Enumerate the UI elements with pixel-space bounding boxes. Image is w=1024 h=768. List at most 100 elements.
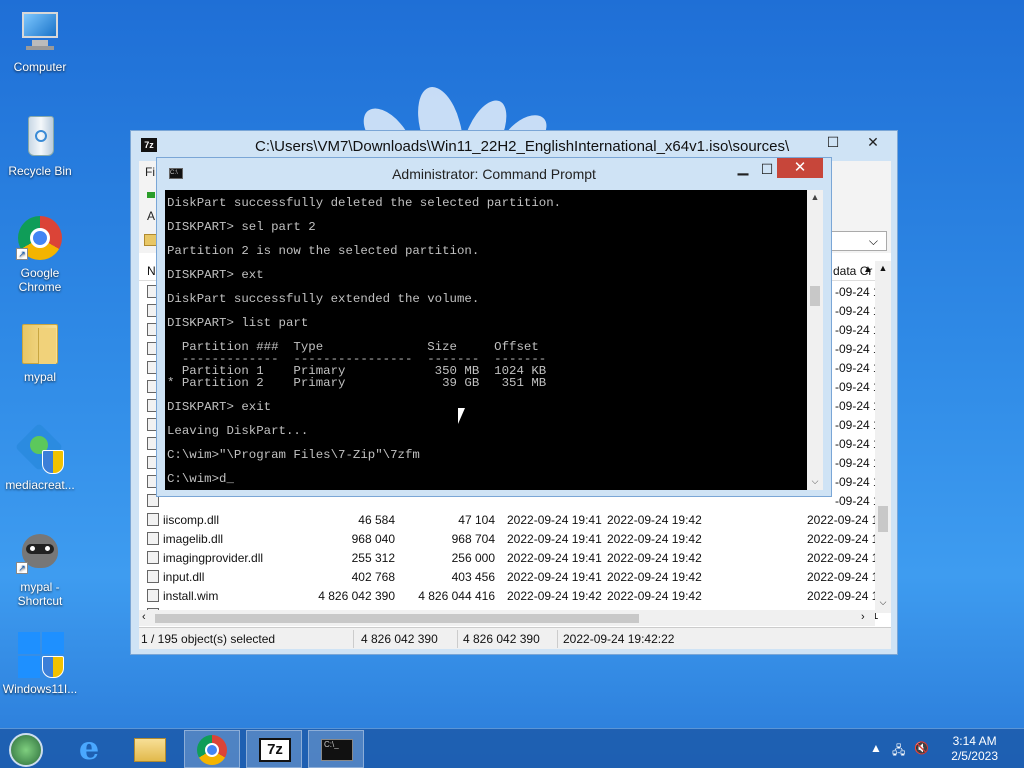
row-name: iiscomp.dll [163,513,220,527]
horizontal-scrollbar[interactable]: ‹ › [139,610,875,626]
desktop-icon-windows11-iso[interactable]: Windows11I... [0,630,80,696]
desktop-icon-mypal-shortcut[interactable]: ↗ mypal - Shortcut [0,528,80,608]
row-accessed: 2022-09-24 1 [807,532,879,546]
row-size: 402 768 [351,570,395,584]
sevenzip-app-icon: 7z [141,138,157,152]
maximize-button[interactable]: ☐ [817,131,849,153]
taskbar-command-prompt[interactable]: C:\_ [308,730,364,768]
folder-icon [16,318,64,366]
internet-explorer-icon: e [78,729,100,767]
row-created: -09-24 1 [835,475,880,489]
hscroll-thumb[interactable] [155,614,639,623]
vertical-scrollbar[interactable]: ▲ ⌵ [875,261,891,613]
console-line: C:\wim>d_ [167,472,234,486]
taskbar-file-explorer[interactable] [122,730,178,768]
computer-icon [16,8,64,56]
scroll-down-icon[interactable]: ⌵ [875,597,891,608]
desktop-icon-mypal[interactable]: mypal [0,318,80,384]
taskbar-google-chrome[interactable] [184,730,240,768]
row-name: imagingprovider.dll [163,551,264,565]
file-icon [147,551,159,564]
desktop-icon-recycle-bin[interactable]: Recycle Bin [0,112,80,178]
console-line: DISKPART> list part [167,316,309,330]
row-created: -09-24 1 [835,304,880,318]
table-row[interactable]: iiscomp.dll 46 584 47 104 2022-09-24 19:41 2… [139,511,878,530]
scroll-up-icon[interactable]: ▲ [875,263,891,273]
show-hidden-icons-button[interactable]: ▲ [870,741,882,755]
row-created: 2022-09-24 19:42 [607,589,702,603]
close-button[interactable]: ✕ [777,158,823,178]
scroll-up-icon[interactable]: ▲ [807,192,823,202]
file-icon [147,589,159,602]
row-created: -09-24 1 [835,437,880,451]
file-icon [147,513,159,526]
row-created: 2022-09-24 19:42 [607,532,702,546]
scroll-down-icon[interactable]: ⌵ [807,476,823,487]
scroll-left-icon[interactable]: ‹ [142,611,146,623]
row-size: 4 826 042 390 [318,589,395,603]
taskbar-7zip[interactable]: 7z [246,730,302,768]
scroll-thumb[interactable] [810,286,820,306]
desktop-icon-label: Recycle Bin [8,164,72,178]
desktop-icon-google-chrome[interactable]: ↗ Google Chrome [0,214,80,294]
row-accessed: 2022-09-24 1 [807,589,879,603]
maximize-icon: ☐ [760,161,774,177]
cmd-window[interactable]: C:\ Administrator: Command Prompt ▁ ☐ ✕ … [156,157,832,497]
row-packed: 403 456 [451,570,495,584]
close-button[interactable]: ✕ [853,131,893,153]
table-row[interactable]: install.wim 4 826 042 390 4 826 044 416 202… [139,587,879,606]
console-line: DISKPART> ext [167,268,264,282]
table-row[interactable]: imagelib.dll 968 040 968 704 2022-09-24 19:… [139,530,879,549]
row-name: install.wim [163,589,219,603]
status-size: 4 826 042 390 [361,632,438,646]
taskbar-internet-explorer[interactable]: e [62,730,118,768]
console-line: Partition 2 is now the selected partitio… [167,244,480,258]
desktop-icon-label: Windows11I... [2,682,78,696]
desktop-icon-label: mypal [23,370,56,384]
row-modified: 2022-09-24 19:42 [507,589,602,603]
row-created: -09-24 1 [835,285,880,299]
column-name[interactable]: N [147,264,156,278]
console-scrollbar[interactable]: ▲ ⌵ [807,190,823,490]
chrome-icon: ↗ [16,214,64,262]
media-creation-tool-icon [14,422,64,474]
start-button[interactable] [0,730,56,768]
console-line: C:\wim>"\Program Files\7-Zip"\7zfm [167,448,420,462]
file-icon [147,532,159,545]
mouse-cursor-icon [458,408,472,424]
scroll-right-icon[interactable]: › [861,611,865,623]
row-modified: 2022-09-24 19:41 [507,570,602,584]
clock-time: 3:14 AM [952,734,997,748]
row-created: -09-24 1 [835,418,880,432]
row-name: input.dll [163,570,205,584]
desktop-icon-computer[interactable]: Computer [0,8,80,74]
volume-muted-icon[interactable]: 🔇 [914,741,929,755]
network-icon[interactable]: 🖧 [892,741,905,762]
desktop-icon-mediacreation[interactable]: mediacreat... [0,422,80,492]
row-name: imagelib.dll [163,532,224,546]
row-packed: 47 104 [458,513,495,527]
row-created: -09-24 1 [835,380,880,394]
table-row[interactable]: input.dll 402 768 403 456 2022-09-24 19:41 2… [139,568,878,587]
raccoon-icon: ↗ [16,528,64,576]
desktop-icon-label: mediacreat... [5,478,75,492]
cmd-icon: C:\_ [321,739,353,761]
chrome-center-icon [205,743,219,757]
status-separator [353,630,354,648]
status-separator [457,630,458,648]
toolbar-add-label[interactable]: A [147,209,155,223]
console-line: Leaving DiskPart... [167,424,309,438]
table-row[interactable]: imagingprovider.dll 255 312 256 000 2022-09… [139,549,878,568]
scroll-thumb[interactable] [878,506,888,532]
menu-file[interactable]: Fi [145,165,155,179]
chevron-down-icon[interactable]: ⌵ [869,234,878,249]
console-output[interactable]: DiskPart successfully deleted the select… [165,190,807,490]
status-selection: 1 / 195 object(s) selected [141,632,276,646]
desktop-icon-label: Computer [13,60,67,74]
cmd-titlebar[interactable]: C:\ Administrator: Command Prompt ▁ ☐ ✕ [157,158,831,190]
row-size: 255 312 [351,551,395,565]
add-icon[interactable] [147,192,155,198]
taskbar-clock[interactable]: 3:14 AM 2/5/2023 [951,734,998,764]
status-bar: 1 / 195 object(s) selected 4 826 042 390… [139,627,891,649]
file-explorer-icon [134,738,166,762]
